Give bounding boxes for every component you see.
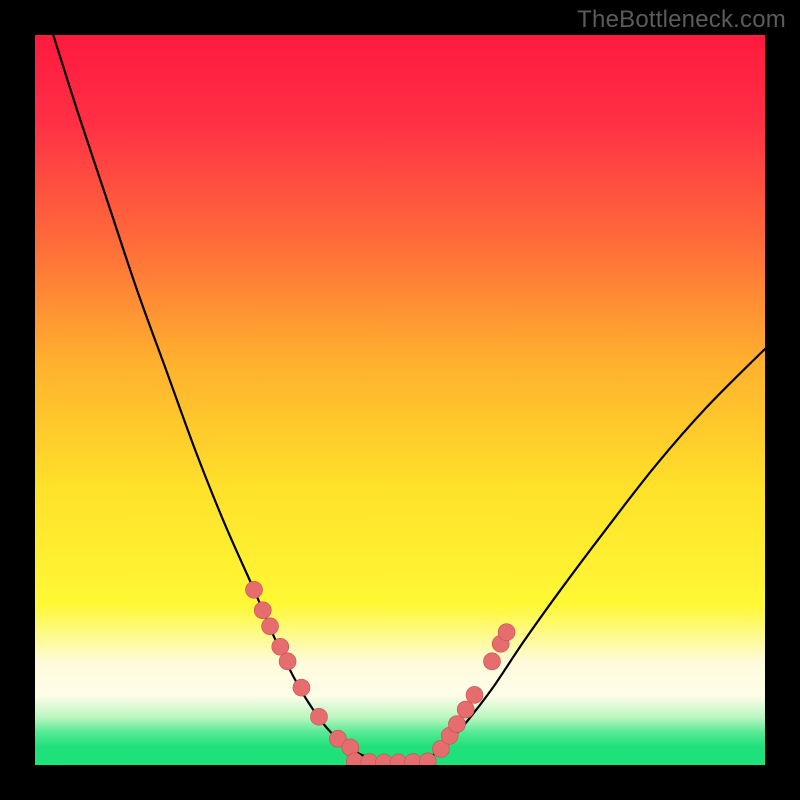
watermark-text: TheBottleneck.com [577, 6, 786, 34]
data-dot [483, 653, 500, 670]
data-dot [246, 581, 263, 598]
data-dot [448, 716, 465, 733]
plot-area [35, 35, 765, 765]
dots-group [246, 581, 516, 765]
data-dot [310, 708, 327, 725]
chart-svg [35, 35, 765, 765]
left-curve [53, 35, 374, 759]
data-dot [262, 618, 279, 635]
data-dot [457, 701, 474, 718]
data-dot [498, 624, 515, 641]
data-dot [405, 754, 422, 765]
data-dot [279, 653, 296, 670]
data-dot [466, 686, 483, 703]
outer-frame: TheBottleneck.com [0, 0, 800, 800]
curve-group [53, 35, 765, 759]
data-dot [254, 602, 271, 619]
data-dot [293, 679, 310, 696]
